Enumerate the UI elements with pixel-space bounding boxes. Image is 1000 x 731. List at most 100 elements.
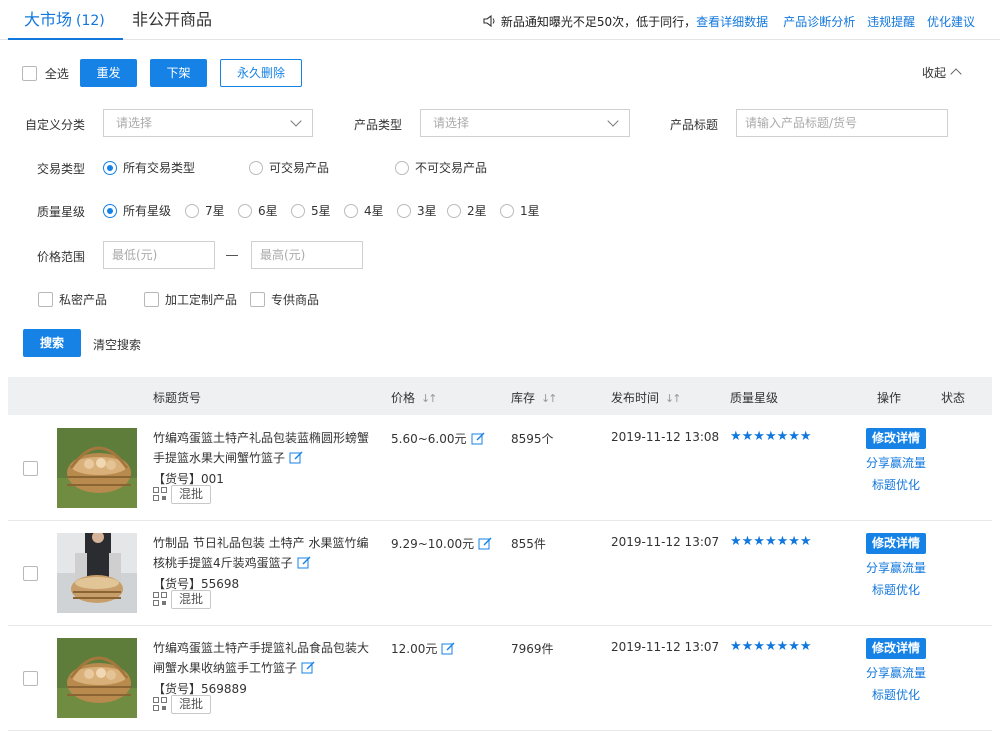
- private-product-checkbox[interactable]: 私密产品: [38, 291, 107, 308]
- radio-quality-3[interactable]: 3星: [397, 202, 437, 219]
- qrcode-icon[interactable]: [153, 487, 167, 501]
- sku-prefix: 【货号】: [153, 577, 202, 591]
- republish-button[interactable]: 重发: [80, 59, 137, 87]
- radio-label: 可交易产品: [269, 161, 330, 175]
- price-value: 5.60~6.00元: [391, 432, 467, 446]
- qrcode-icon[interactable]: [153, 592, 167, 606]
- radio-quality-6[interactable]: 6星: [238, 202, 278, 219]
- edit-details-button[interactable]: 修改详情: [865, 533, 926, 554]
- trade-type-label: 交易类型: [37, 162, 86, 176]
- radio-quality-all[interactable]: 所有星级: [103, 202, 171, 219]
- tab-private[interactable]: 非公开商品: [132, 0, 212, 40]
- custom-category-label: 自定义分类: [25, 118, 86, 132]
- radio-dot: [291, 204, 305, 218]
- product-stock: 7969件: [511, 642, 554, 656]
- mix-batch-button[interactable]: 混批: [171, 590, 212, 609]
- publish-time: 2019-11-12 13:07: [611, 535, 720, 549]
- chevron-up-icon: [950, 68, 962, 80]
- mix-batch-button[interactable]: 混批: [171, 485, 212, 504]
- radio-label: 所有星级: [123, 204, 172, 218]
- product-image[interactable]: [57, 638, 137, 718]
- radio-dot: [500, 204, 514, 218]
- radio-dot: [344, 204, 358, 218]
- radio-quality-5[interactable]: 5星: [291, 202, 331, 219]
- checkbox-label: 私密产品: [59, 293, 108, 307]
- share-link[interactable]: 分享赢流量: [861, 664, 931, 681]
- edit-icon[interactable]: [441, 642, 455, 655]
- radio-dot: [238, 204, 252, 218]
- radio-trade-untradable[interactable]: 不可交易产品: [395, 159, 487, 176]
- custom-category-select[interactable]: 请选择: [103, 109, 313, 137]
- edit-details-button[interactable]: 修改详情: [865, 428, 926, 449]
- notice-link[interactable]: 查看详细数据: [696, 15, 768, 29]
- product-price: 12.00元: [391, 640, 455, 657]
- share-link[interactable]: 分享赢流量: [861, 454, 931, 471]
- link-violation[interactable]: 违规提醒: [867, 15, 915, 29]
- radio-label: 7星: [205, 204, 225, 218]
- product-type-select[interactable]: 请选择: [420, 109, 630, 137]
- col-stock[interactable]: 库存 ↓↑: [511, 389, 558, 406]
- row-checkbox[interactable]: [23, 566, 38, 581]
- product-title[interactable]: 竹编鸡蛋篮土特产手提篮礼品食品包装大闸蟹水果收纳篮手工竹篮子: [153, 638, 379, 678]
- checkbox-box: [250, 292, 265, 307]
- row-ops: 修改详情 分享赢流量 标题优化: [861, 638, 931, 703]
- radio-quality-4[interactable]: 4星: [344, 202, 384, 219]
- custom-product-checkbox[interactable]: 加工定制产品: [144, 291, 237, 308]
- select-all[interactable]: 全选: [22, 65, 69, 82]
- clear-search-link[interactable]: 清空搜索: [93, 336, 141, 353]
- search-button[interactable]: 搜索: [23, 329, 81, 357]
- edit-icon[interactable]: [471, 432, 485, 445]
- row-checkbox[interactable]: [23, 461, 38, 476]
- edit-icon[interactable]: [297, 556, 311, 569]
- radio-quality-1[interactable]: 1星: [500, 202, 540, 219]
- radio-trade-all[interactable]: 所有交易类型: [103, 159, 195, 176]
- product-title[interactable]: 竹制品 节日礼品包装 土特产 水果篮竹编核桃手提篮4斤装鸡蛋篮子: [153, 533, 379, 573]
- col-price[interactable]: 价格 ↓↑: [391, 389, 438, 406]
- mix-batch-button[interactable]: 混批: [171, 695, 212, 714]
- link-diagnosis[interactable]: 产品诊断分析: [783, 15, 855, 29]
- radio-quality-2[interactable]: 2星: [447, 202, 487, 219]
- radio-trade-tradable[interactable]: 可交易产品: [249, 159, 329, 176]
- publish-time: 2019-11-12 13:08: [611, 430, 720, 444]
- sku-value: 001: [201, 472, 224, 486]
- table-row: 竹编鸡蛋篮土特产礼品包装蓝椭圆形螃蟹手提篮水果大闸蟹竹篮子 【货号】001 混批…: [8, 416, 992, 521]
- product-title-text: 竹编鸡蛋篮土特产手提篮礼品食品包装大闸蟹水果收纳篮手工竹篮子: [153, 641, 370, 675]
- edit-icon[interactable]: [478, 537, 492, 550]
- delist-button[interactable]: 下架: [150, 59, 207, 87]
- radio-label: 所有交易类型: [123, 161, 196, 175]
- product-image[interactable]: [57, 428, 137, 508]
- optimize-title-link[interactable]: 标题优化: [861, 581, 931, 598]
- radio-label: 5星: [311, 204, 331, 218]
- edit-details-button[interactable]: 修改详情: [865, 638, 926, 659]
- radio-label: 3星: [417, 204, 437, 218]
- exclusive-product-checkbox[interactable]: 专供商品: [250, 291, 319, 308]
- radio-quality-7[interactable]: 7星: [185, 202, 225, 219]
- delete-button[interactable]: 永久删除: [220, 59, 302, 87]
- optimize-title-link[interactable]: 标题优化: [861, 686, 931, 703]
- product-image[interactable]: [57, 533, 137, 613]
- sort-icon: ↓↑: [665, 392, 682, 405]
- tab-market[interactable]: 大市场 (12): [8, 0, 123, 40]
- edit-icon[interactable]: [301, 661, 315, 674]
- product-title-input[interactable]: [736, 109, 948, 137]
- sku-prefix: 【货号】: [153, 472, 202, 486]
- link-suggestion[interactable]: 优化建议: [927, 15, 975, 29]
- radio-dot: [103, 161, 117, 175]
- col-time[interactable]: 发布时间 ↓↑: [611, 389, 682, 406]
- share-link[interactable]: 分享赢流量: [861, 559, 931, 576]
- quality-stars: ★★★★★★★: [730, 534, 812, 549]
- select-all-checkbox[interactable]: [22, 66, 37, 81]
- product-title[interactable]: 竹编鸡蛋篮土特产礼品包装蓝椭圆形螃蟹手提篮水果大闸蟹竹篮子: [153, 428, 379, 468]
- optimize-title-link[interactable]: 标题优化: [861, 476, 931, 493]
- tab-market-count: (12): [76, 13, 105, 29]
- price-min-input[interactable]: [103, 241, 215, 269]
- collapse-toggle[interactable]: 收起: [922, 64, 962, 81]
- edit-icon[interactable]: [289, 451, 303, 464]
- quality-stars: ★★★★★★★: [730, 639, 812, 654]
- price-max-input[interactable]: [251, 241, 363, 269]
- row-checkbox[interactable]: [23, 671, 38, 686]
- quality-label: 质量星级: [37, 205, 86, 219]
- qrcode-icon[interactable]: [153, 697, 167, 711]
- row-ops: 修改详情 分享赢流量 标题优化: [861, 533, 931, 598]
- col-stock-label: 库存: [511, 391, 536, 405]
